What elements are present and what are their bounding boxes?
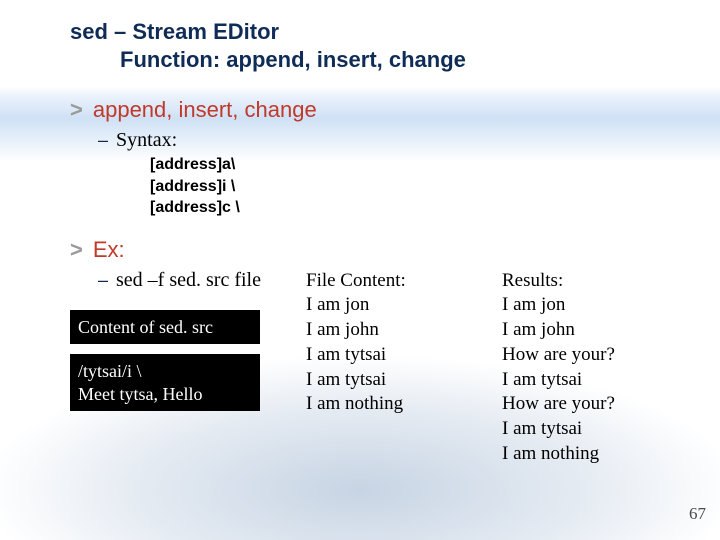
slide: sed – Stream EDitor Function: append, in… xyxy=(0,0,720,540)
page-number: 67 xyxy=(689,504,706,524)
code-box-sedsrc-header: Content of sed. src xyxy=(70,310,260,345)
section2-heading: Ex: xyxy=(93,237,125,263)
syntax-lines: [address]a\ [address]i \ [address]c \ xyxy=(150,154,680,219)
chevron-right-icon: > xyxy=(70,99,83,121)
dash-icon: – xyxy=(98,270,108,291)
title-line2: Function: append, insert, change xyxy=(70,46,680,74)
example-columns: – sed –f sed. src file Content of sed. s… xyxy=(70,269,680,467)
col-left: – sed –f sed. src file Content of sed. s… xyxy=(70,269,280,412)
dash-icon: – xyxy=(98,130,108,151)
section1-heading: append, insert, change xyxy=(93,97,317,123)
syntax-row: – Syntax: xyxy=(98,129,680,152)
ex-cmd-row: – sed –f sed. src file xyxy=(98,269,280,292)
chevron-right-icon: > xyxy=(70,239,83,261)
bullet-ex: > Ex: xyxy=(70,237,680,263)
bullet-append-insert-change: > append, insert, change xyxy=(70,97,680,123)
syntax-label: Syntax: xyxy=(116,129,177,152)
title-line1: sed – Stream EDitor xyxy=(70,19,279,44)
code-box-sedsrc-content: /tytsai/i \ Meet tytsa, Hello xyxy=(70,354,260,411)
results-block: Results: I am jon I am john How are your… xyxy=(502,269,672,467)
slide-title: sed – Stream EDitor Function: append, in… xyxy=(70,18,680,73)
ex-command: sed –f sed. src file xyxy=(116,269,261,292)
file-content-block: File Content: I am jon I am john I am ty… xyxy=(306,269,476,417)
